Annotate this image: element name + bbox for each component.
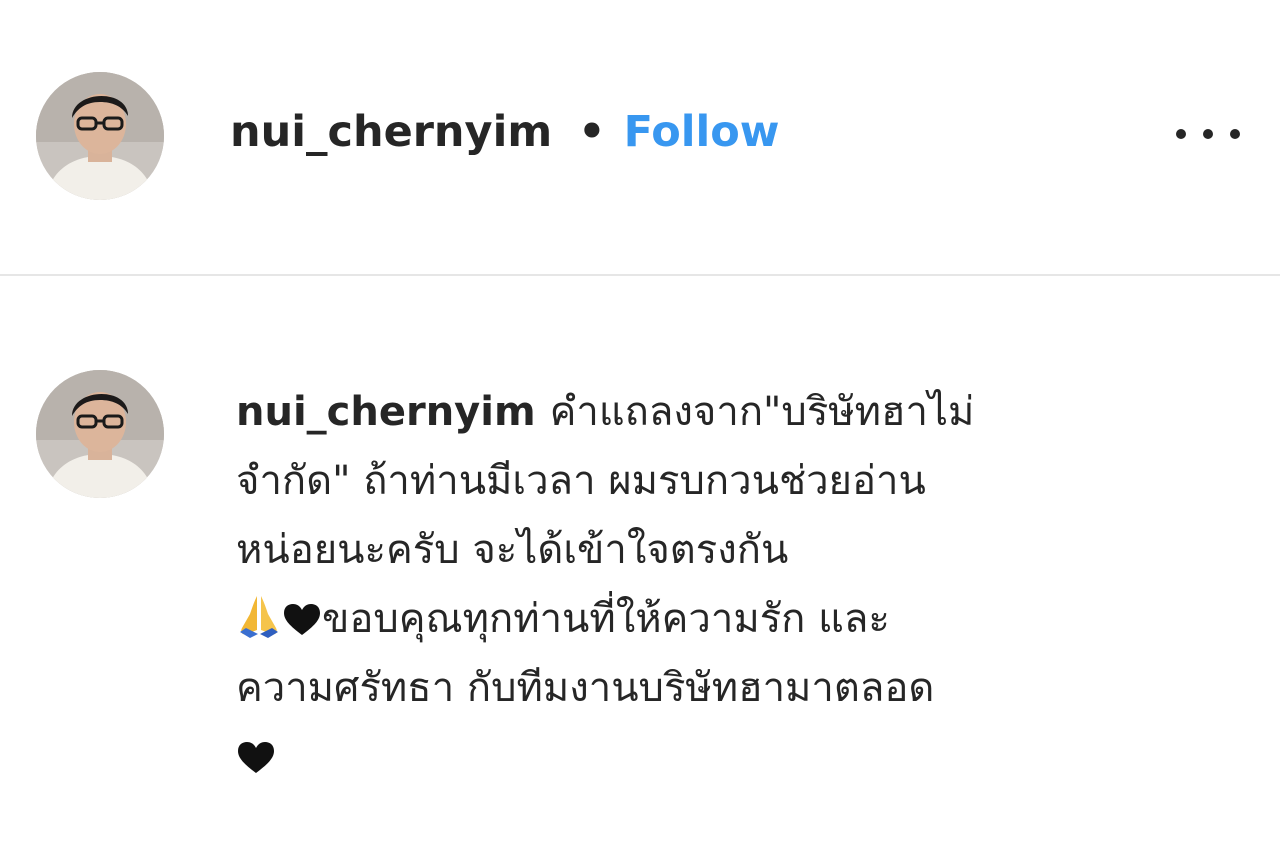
comment-line-4: ขอบคุณทุกท่านที่ให้ความรัก และ — [236, 585, 1246, 654]
comment-line-6 — [236, 723, 1246, 792]
comment-text-line: จำกัด" ถ้าท่านมีเวลา ผมรบกวนช่วยอ่าน — [236, 458, 926, 504]
instagram-post: nui_chernyim • Follow nui_chernyim คำแถลง… — [0, 0, 1280, 857]
comment-text-line: ความศรัทธา กับทีมงานบริษัทฮามาตลอด — [236, 665, 935, 711]
black-heart-icon — [282, 602, 322, 638]
comment-avatar[interactable] — [36, 370, 164, 498]
comment-text: nui_chernyim คำแถลงจาก"บริษัทฮาไม่ จำกัด"… — [236, 378, 1246, 792]
comment-username[interactable]: nui_chernyim — [236, 389, 536, 435]
comment-text-line: หน่อยนะครับ จะได้เข้าใจตรงกัน — [236, 527, 789, 573]
black-heart-icon — [236, 740, 276, 776]
avatar[interactable] — [36, 72, 164, 200]
header-username[interactable]: nui_chernyim — [230, 107, 552, 157]
more-dot — [1176, 129, 1186, 139]
folded-hands-icon — [236, 592, 282, 638]
post-header: nui_chernyim • Follow — [0, 0, 1280, 276]
separator-dot: • — [578, 107, 606, 157]
more-options-icon[interactable] — [1176, 112, 1240, 156]
follow-button[interactable]: Follow — [624, 107, 780, 157]
more-dot — [1230, 129, 1240, 139]
header-row: nui_chernyim • Follow — [230, 100, 780, 164]
comment-text-line: ขอบคุณทุกท่านที่ให้ความรัก และ — [322, 596, 890, 642]
profile-avatar-image — [36, 72, 164, 200]
more-dot — [1203, 129, 1213, 139]
comment-text-line: คำแถลงจาก"บริษัทฮาไม่ — [549, 389, 975, 435]
profile-avatar-image — [36, 370, 164, 498]
comment-line-1: nui_chernyim คำแถลงจาก"บริษัทฮาไม่ — [236, 378, 1246, 447]
